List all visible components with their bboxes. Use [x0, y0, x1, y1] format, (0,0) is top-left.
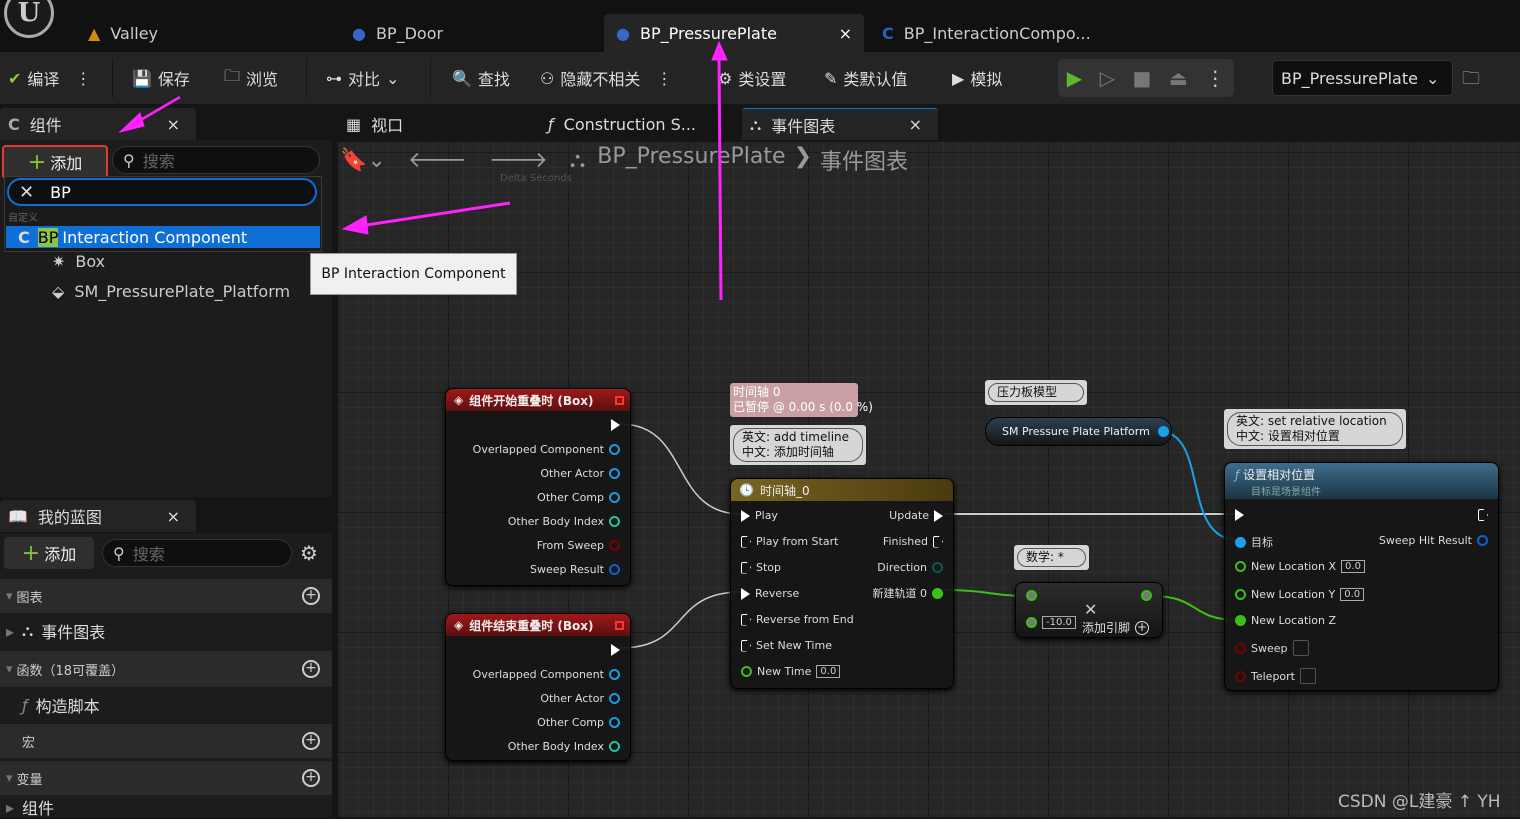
tooltip: BP Interaction Component — [310, 253, 517, 295]
annotation-arrow — [717, 57, 723, 301]
annotation-arrowhead — [711, 40, 728, 61]
annotation-arrow — [359, 201, 511, 228]
annotation-layer — [118, 40, 728, 301]
watermark: CSDN @L建豪 ↑ YH — [1338, 792, 1501, 812]
annotation-arrowhead — [118, 112, 145, 133]
annotation-arrowhead — [341, 215, 369, 235]
